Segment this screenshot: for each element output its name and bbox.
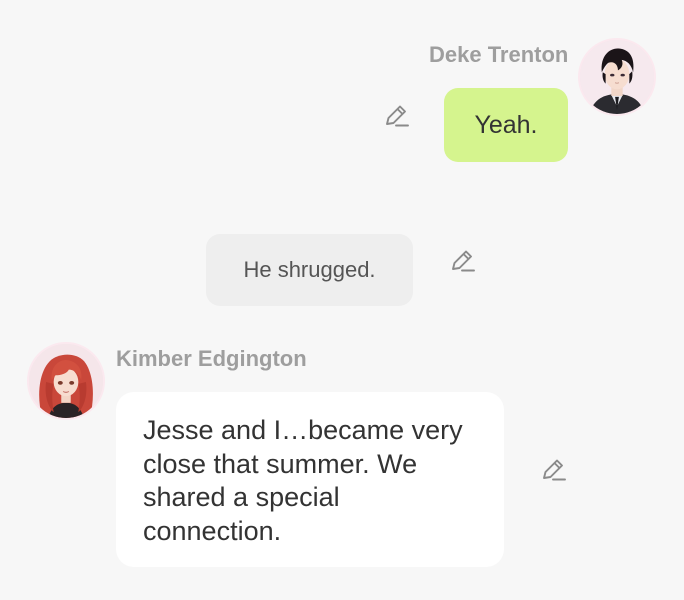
message-bubble-deke[interactable]: Yeah.	[444, 88, 568, 162]
deke-avatar[interactable]	[578, 38, 656, 116]
message-text: Yeah.	[474, 110, 538, 139]
edit-pencil-icon[interactable]	[448, 247, 476, 275]
edit-pencil-icon[interactable]	[382, 102, 410, 130]
narration-bubble[interactable]: He shrugged.	[206, 234, 413, 306]
pencil-icon	[452, 250, 475, 272]
pencil-icon	[543, 459, 566, 481]
message-bubble-kimber[interactable]: Jesse and I…became very close that summe…	[116, 392, 504, 567]
message-text: Jesse and I…became very close that summe…	[143, 415, 463, 546]
red-haired-woman-avatar-icon	[29, 344, 103, 418]
edit-pencil-icon[interactable]	[539, 456, 567, 484]
kimber-avatar[interactable]	[27, 342, 105, 420]
pencil-icon	[386, 105, 409, 127]
narration-text: He shrugged.	[243, 257, 376, 282]
dark-haired-man-avatar-icon	[580, 40, 654, 114]
speaker-name-kimber: Kimber Edgington	[116, 346, 307, 371]
speaker-name-deke: Deke Trenton	[429, 42, 569, 67]
